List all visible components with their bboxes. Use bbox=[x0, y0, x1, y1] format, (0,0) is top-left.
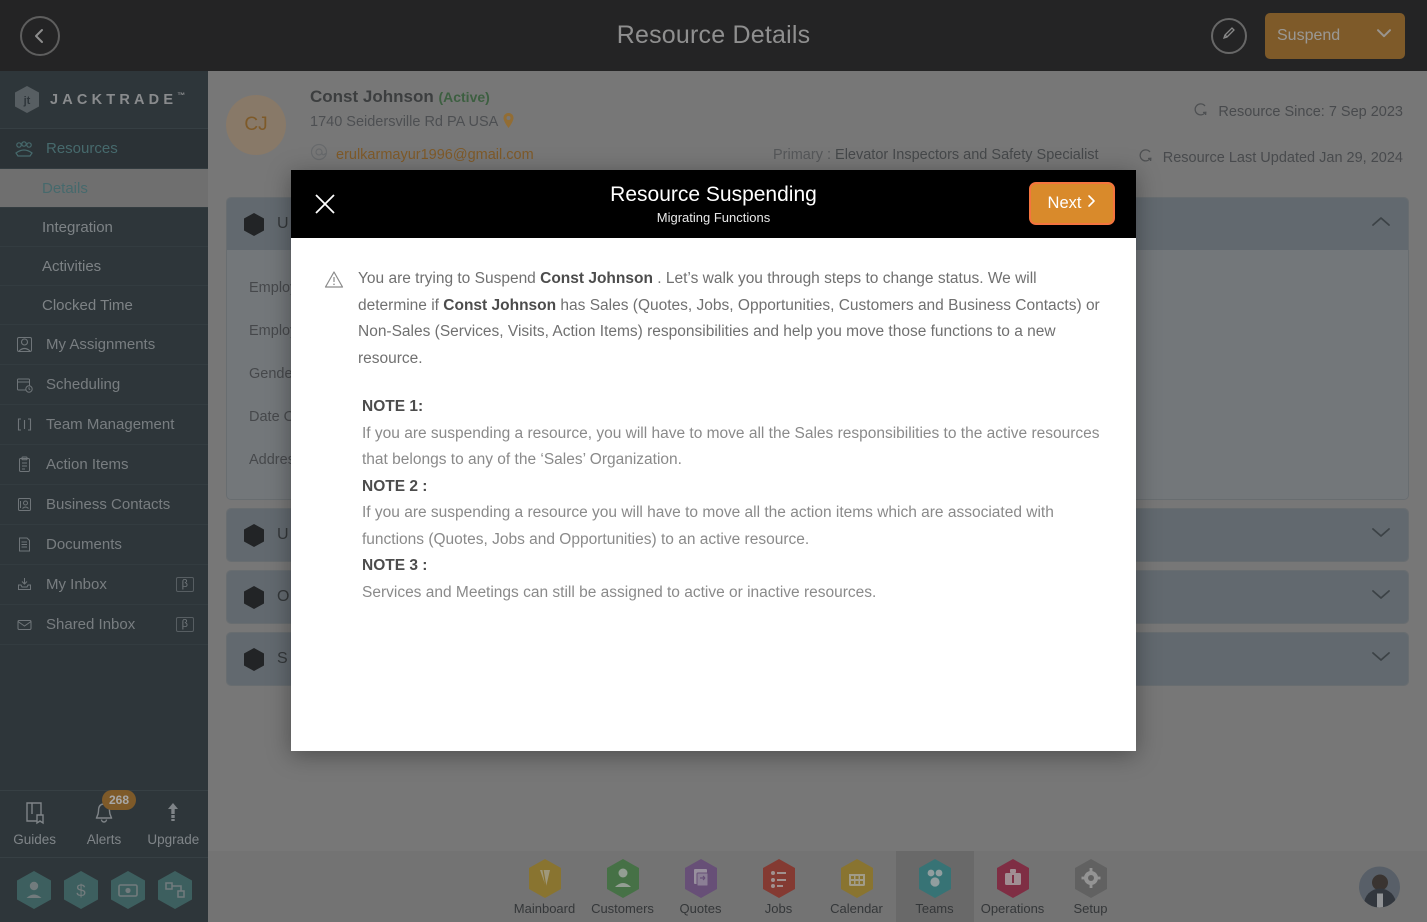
chevron-right-icon bbox=[1087, 194, 1096, 213]
app-root: Resource Details Suspend jt JACKTRADE™ R… bbox=[0, 0, 1427, 922]
warning-triangle-icon bbox=[324, 270, 344, 372]
intro-resource-name-1: Const Johnson bbox=[540, 270, 653, 287]
intro-part-1: You are trying to Suspend bbox=[358, 270, 541, 287]
modal-intro-paragraph: You are trying to Suspend Const Johnson … bbox=[358, 266, 1103, 372]
notes-block: NOTE 1: If you are suspending a resource… bbox=[324, 394, 1103, 606]
modal-titles: Resource Suspending Migrating Functions bbox=[610, 183, 817, 225]
resource-suspending-modal: Resource Suspending Migrating Functions … bbox=[291, 170, 1136, 751]
close-icon[interactable] bbox=[313, 192, 337, 216]
note-1-heading: NOTE 1: bbox=[362, 398, 424, 415]
modal-header: Resource Suspending Migrating Functions … bbox=[291, 170, 1136, 238]
next-button[interactable]: Next bbox=[1029, 182, 1115, 225]
note-2-text: If you are suspending a resource you wil… bbox=[362, 504, 1054, 548]
modal-title: Resource Suspending bbox=[610, 183, 817, 206]
note-2-heading: NOTE 2 : bbox=[362, 477, 428, 495]
next-button-label: Next bbox=[1047, 194, 1082, 212]
warning-row: You are trying to Suspend Const Johnson … bbox=[324, 266, 1103, 372]
modal-body: You are trying to Suspend Const Johnson … bbox=[291, 238, 1136, 751]
modal-subtitle: Migrating Functions bbox=[656, 210, 771, 225]
note-1-text: If you are suspending a resource, you wi… bbox=[362, 424, 1100, 469]
note-3-heading: NOTE 3 : bbox=[362, 557, 428, 574]
intro-resource-name-2: Const Johnson bbox=[443, 296, 557, 314]
note-3-text: Services and Meetings can still be assig… bbox=[362, 583, 877, 601]
